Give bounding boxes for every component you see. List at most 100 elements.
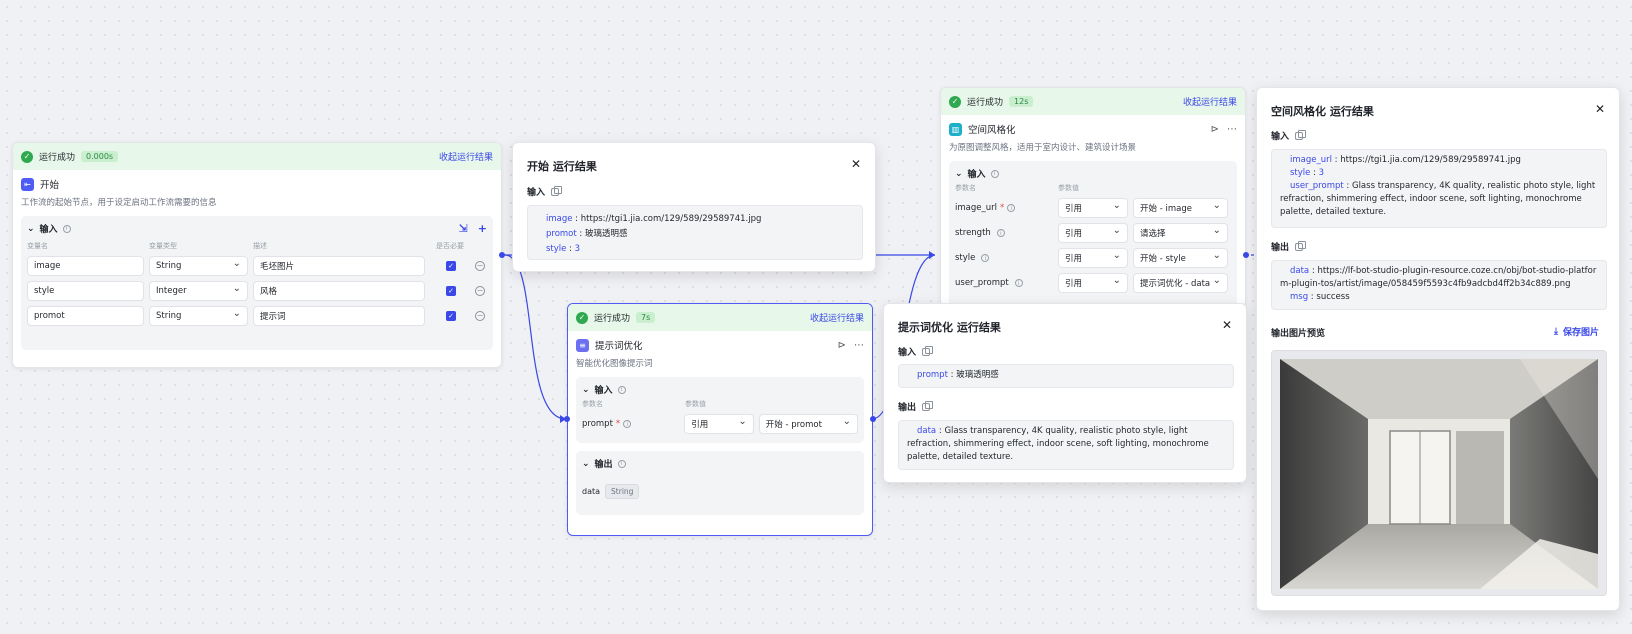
chevron-down-icon[interactable]: ⌄ [27, 224, 35, 234]
info-icon[interactable]: i [996, 229, 1005, 237]
var-name-input[interactable]: style [27, 281, 144, 301]
var-type-select[interactable]: String [149, 256, 248, 276]
start-node-status-bar: ✓ 运行成功 0.000s 收起运行结果 [13, 143, 501, 170]
var-desc-input[interactable]: 毛坯图片 [253, 256, 425, 276]
param-name: style [955, 253, 976, 263]
reference-select[interactable]: 请选择 [1133, 223, 1228, 243]
status-text: 运行成功 [967, 98, 1004, 108]
node-description: 为原图调整风格，适用于室内设计、建筑设计场景 [949, 143, 1137, 153]
start-output-port[interactable] [499, 252, 505, 258]
kv-value: 3 [1318, 168, 1325, 178]
col-var-name: 变量名 [27, 242, 48, 250]
info-icon[interactable]: i [981, 254, 990, 262]
chevron-down-icon[interactable]: ⌄ [582, 459, 590, 469]
copy-icon[interactable] [551, 185, 563, 196]
info-icon[interactable]: i [623, 420, 632, 428]
close-icon[interactable]: ✕ [1595, 102, 1605, 116]
var-type-select[interactable]: String [149, 306, 248, 326]
collapse-result-button[interactable]: 收起运行结果 [1183, 95, 1237, 108]
chevron-down-icon[interactable]: ⌄ [582, 385, 590, 395]
output-type-tag: String [605, 484, 640, 499]
input-section: ⌄ 输入 i ⇲ + 变量名 变量类型 描述 是否必要 image String… [21, 216, 493, 350]
import-icon[interactable]: ⇲ [459, 222, 468, 235]
more-icon[interactable]: ⋯ [854, 340, 864, 351]
start-node[interactable]: ✓ 运行成功 0.000s 收起运行结果 ⇤ 开始 工作流的起始节点，用于设定启… [12, 142, 502, 368]
info-icon[interactable]: i [990, 169, 999, 178]
remove-row-icon[interactable]: − [475, 261, 485, 271]
copy-icon[interactable] [922, 400, 934, 411]
param-name: strength [955, 228, 991, 238]
source-select[interactable]: 引用 [684, 414, 754, 434]
output-label: 输出 [898, 403, 917, 413]
var-name-input[interactable]: image [27, 256, 144, 276]
output-values-box: data : Glass transparency, 4K quality, r… [898, 420, 1234, 470]
required-checkbox[interactable]: ✓ [446, 286, 456, 296]
col-param-name: 参数名 [582, 400, 603, 408]
var-type-select[interactable]: Integer [149, 281, 248, 301]
col-param-name: 参数名 [955, 184, 976, 192]
info-icon[interactable]: i [1014, 279, 1023, 287]
check-circle-icon: ✓ [576, 311, 588, 324]
var-desc-input[interactable]: 提示词 [253, 306, 425, 326]
save-image-button[interactable]: ⤓ 保存图片 [1554, 325, 1599, 339]
source-select[interactable]: 引用 [1058, 273, 1128, 293]
panel-title: 提示词优化 运行结果 [898, 321, 1001, 334]
output-image-preview[interactable] [1280, 359, 1598, 589]
run-icon[interactable]: ⊳ [1211, 124, 1219, 135]
remove-row-icon[interactable]: − [475, 311, 485, 321]
source-select[interactable]: 引用 [1058, 223, 1128, 243]
kv-value: 3 [574, 244, 581, 254]
node-description: 智能优化图像提示词 [576, 359, 653, 369]
collapse-result-button[interactable]: 收起运行结果 [439, 150, 493, 163]
section-title: 输入 [39, 225, 58, 235]
input-section: ⌄ 输入 i 参数名 参数值 image_url* i 引用 开始 - imag… [949, 161, 1237, 306]
run-icon[interactable]: ⊳ [838, 340, 846, 351]
prompt-output-port[interactable] [870, 416, 876, 422]
kv-key: user_prompt [1290, 181, 1344, 191]
reference-select[interactable]: 开始 - promot [758, 414, 858, 434]
output-image-frame [1271, 350, 1607, 596]
col-desc: 描述 [253, 242, 267, 250]
style-result-panel: 空间风格化 运行结果 ✕ 输入 image_url : https://tgi1… [1256, 87, 1620, 611]
variable-row: style Integer 风格 ✓ − [27, 281, 487, 301]
param-name: user_prompt [955, 278, 1009, 288]
node-title: 开始 [40, 180, 60, 191]
var-name-input[interactable]: promot [27, 306, 144, 326]
check-circle-icon: ✓ [21, 150, 33, 163]
prompt-optimize-node[interactable]: ✓ 运行成功 7s 收起运行结果 ≡ 提示词优化 ⊳ ⋯ 智能优化图像提示词 ⌄… [567, 303, 873, 536]
reference-select[interactable]: 开始 - style [1133, 248, 1228, 268]
add-variable-button[interactable]: + [478, 222, 487, 235]
info-icon[interactable]: i [617, 459, 626, 468]
info-icon[interactable]: i [1007, 204, 1016, 212]
source-select[interactable]: 引用 [1058, 248, 1128, 268]
kv-value: https://lf-bot-studio-plugin-resource.co… [1280, 266, 1597, 289]
save-image-label: 保存图片 [1562, 328, 1599, 338]
copy-icon[interactable] [1295, 240, 1307, 251]
download-icon: ⤓ [1554, 326, 1558, 337]
required-checkbox[interactable]: ✓ [446, 261, 456, 271]
space-stylize-node[interactable]: ✓ 运行成功 12s 收起运行结果 ▥ 空间风格化 ⊳ ⋯ 为原图调整风格，适用… [940, 87, 1246, 307]
copy-icon[interactable] [1295, 129, 1307, 140]
close-icon[interactable]: ✕ [1222, 318, 1232, 332]
kv-key: promot [546, 229, 577, 239]
collapse-result-button[interactable]: 收起运行结果 [810, 311, 864, 324]
reference-select[interactable]: 提示词优化 - data [1133, 273, 1228, 293]
remove-row-icon[interactable]: − [475, 286, 485, 296]
var-desc-input[interactable]: 风格 [253, 281, 425, 301]
kv-key: image_url [1290, 155, 1332, 165]
style-output-port[interactable] [1243, 252, 1249, 258]
variable-row: promot String 提示词 ✓ − [27, 306, 487, 326]
chevron-down-icon[interactable]: ⌄ [955, 169, 963, 179]
required-checkbox[interactable]: ✓ [446, 311, 456, 321]
required-mark: * [615, 419, 621, 429]
copy-icon[interactable] [922, 345, 934, 356]
close-icon[interactable]: ✕ [851, 157, 861, 171]
info-icon[interactable]: i [617, 385, 626, 394]
reference-select[interactable]: 开始 - image [1133, 198, 1228, 218]
run-time-badge: 0.000s [81, 151, 119, 162]
info-icon[interactable]: i [62, 224, 71, 233]
more-icon[interactable]: ⋯ [1227, 124, 1237, 135]
kv-key: style [546, 244, 567, 254]
prompt-input-port[interactable] [564, 416, 570, 422]
source-select[interactable]: 引用 [1058, 198, 1128, 218]
